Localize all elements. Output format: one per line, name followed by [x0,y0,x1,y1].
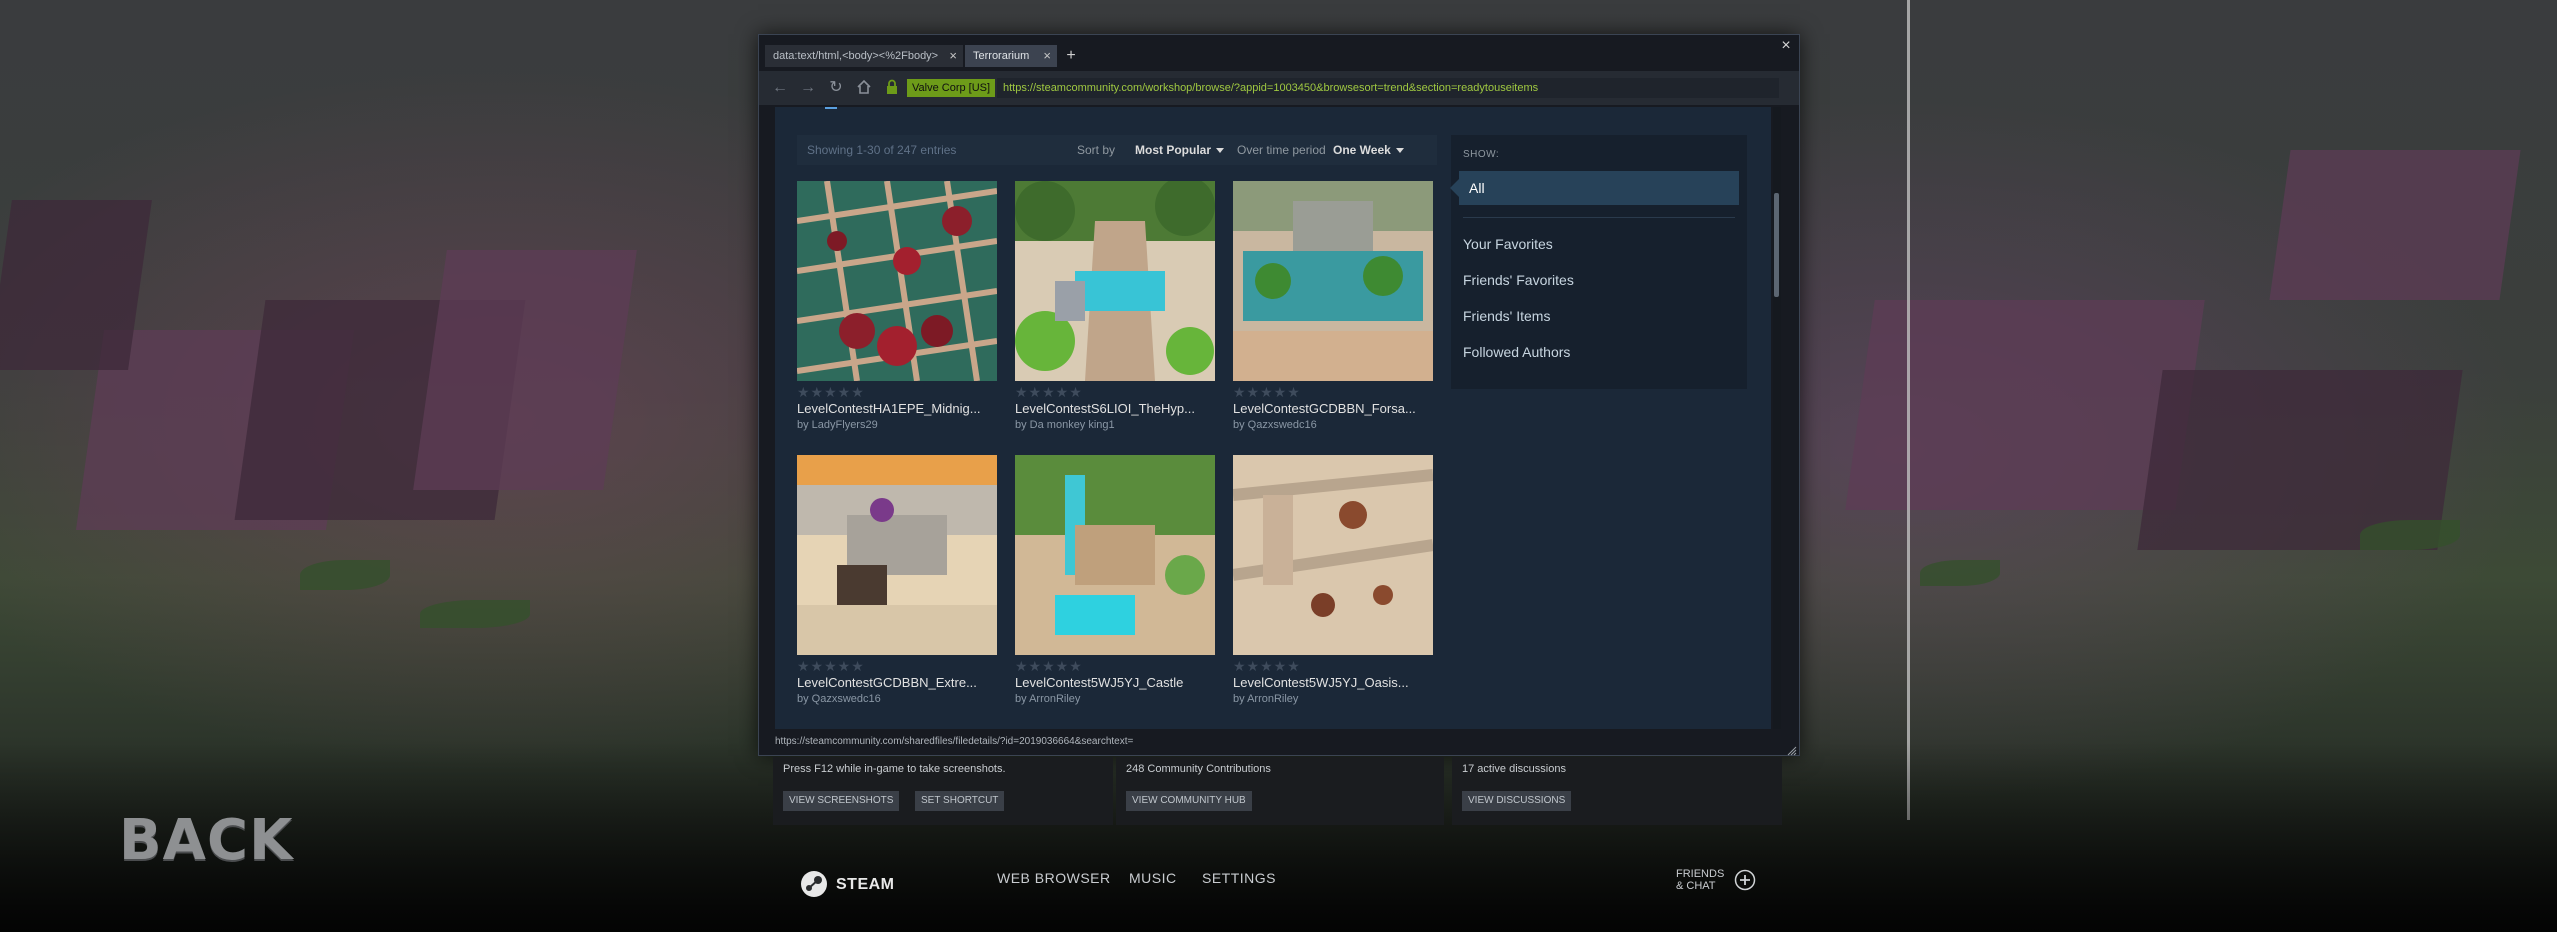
web-browser-button[interactable]: WEB BROWSER [997,870,1111,886]
rating-stars: ★★★★★ [797,658,865,674]
period-label: Over time period [1237,143,1326,157]
friends-chat-button[interactable]: FRIENDS & CHAT [1676,868,1724,892]
entries-count: Showing 1-30 of 247 entries [807,143,957,157]
navigation-bar: ← → ↻ Valve Corp [US] https://steamcommu… [759,71,1799,105]
item-thumbnail[interactable] [1015,181,1215,381]
workshop-item[interactable]: ★★★★★ LevelContestS6LIOI_TheHyp... by Da… [1015,181,1215,441]
show-option-friends-items[interactable]: Friends' Items [1463,307,1550,325]
item-title[interactable]: LevelContest5WJ5YJ_Oasis... [1233,675,1433,691]
item-thumbnail[interactable] [1015,455,1215,655]
workshop-item[interactable]: ★★★★★ LevelContest5WJ5YJ_Oasis... by Arr… [1233,455,1433,715]
sort-label: Sort by [1077,143,1116,157]
page-header-fragment [825,107,837,109]
close-icon[interactable]: × [1043,45,1051,67]
rating-stars: ★★★★★ [797,384,865,400]
rating-stars: ★★★★★ [1015,658,1083,674]
friends-add-icon[interactable] [1734,869,1756,891]
item-thumbnail[interactable] [797,455,997,655]
view-discussions-button[interactable]: VIEW DISCUSSIONS [1462,791,1572,811]
scrollbar[interactable] [1773,107,1781,729]
tab-data-url[interactable]: data:text/html,<body><%2Fbody> × [765,45,963,67]
workshop-item[interactable]: ★★★★★ LevelContestGCDBBN_Forsa... by Qaz… [1233,181,1433,441]
set-shortcut-button[interactable]: SET SHORTCUT [915,791,1005,811]
settings-button[interactable]: SETTINGS [1202,870,1276,886]
item-author[interactable]: by Qazxswedc16 [797,692,997,706]
show-header: SHOW: [1463,149,1500,160]
forward-arrow-icon[interactable]: → [799,79,817,97]
workshop-item[interactable]: ★★★★★ LevelContest5WJ5YJ_Castle by Arron… [1015,455,1215,715]
workshop-page: Showing 1-30 of 247 entries Sort by Most… [775,107,1771,729]
address-bar[interactable]: https://steamcommunity.com/workshop/brow… [997,78,1779,98]
rating-stars: ★★★★★ [1233,384,1301,400]
browse-filter-bar: Showing 1-30 of 247 entries Sort by Most… [797,135,1437,165]
screenshots-panel: Press F12 while in-game to take screensh… [773,757,1113,825]
show-option-friends-favorites[interactable]: Friends' Favorites [1463,271,1574,289]
chat-label: & CHAT [1676,880,1716,892]
scrollbar-thumb[interactable] [1774,193,1779,297]
close-icon[interactable]: × [949,45,957,67]
divider [1463,217,1735,218]
show-option-followed-authors[interactable]: Followed Authors [1463,343,1570,361]
item-thumbnail[interactable] [1233,181,1433,381]
item-thumbnail[interactable] [797,181,997,381]
item-thumbnail[interactable] [1233,455,1433,655]
tab-label: data:text/html,<body><%2Fbody> [773,50,939,62]
discussions-text: 17 active discussions [1462,763,1566,775]
status-bar-url: https://steamcommunity.com/sharedfiles/f… [775,736,1134,747]
item-author[interactable]: by ArronRiley [1015,692,1215,706]
home-icon[interactable] [855,79,873,97]
community-panel: 248 Community Contributions VIEW COMMUNI… [1116,757,1444,825]
item-author[interactable]: by ArronRiley [1233,692,1433,706]
back-arrow-icon[interactable]: ← [771,79,789,97]
close-icon[interactable]: × [1777,37,1795,55]
item-author[interactable]: by Da monkey king1 [1015,418,1215,432]
discussions-panel: 17 active discussions VIEW DISCUSSIONS [1452,757,1782,825]
new-tab-icon[interactable]: + [1061,45,1081,67]
item-title[interactable]: LevelContest5WJ5YJ_Castle [1015,675,1215,691]
show-filter-panel: SHOW: All Your Favorites Friends' Favori… [1450,135,1747,389]
resize-grip-icon[interactable] [1787,743,1797,756]
caret-down-icon [1395,148,1404,154]
caret-down-icon [1216,148,1225,154]
steam-label: STEAM [836,876,895,893]
item-title[interactable]: LevelContestGCDBBN_Extre... [797,675,997,691]
back-label[interactable]: BACK [119,808,294,873]
reload-icon[interactable]: ↻ [827,79,845,97]
workshop-item[interactable]: ★★★★★ LevelContestHA1EPE_Midnig... by La… [797,181,997,441]
tab-bar: data:text/html,<body><%2Fbody> × Terrora… [759,35,1799,69]
tab-terrorarium[interactable]: Terrorarium × [965,45,1057,67]
certificate-badge[interactable]: Valve Corp [US] [907,79,996,97]
period-value: One Week [1333,143,1391,157]
show-option-all[interactable]: All [1450,171,1739,205]
lock-icon [885,79,901,97]
rating-stars: ★★★★★ [1015,384,1083,400]
steam-logo-icon [800,870,828,898]
item-author[interactable]: by Qazxswedc16 [1233,418,1433,432]
sort-dropdown[interactable]: Most Popular [1135,135,1225,165]
item-title[interactable]: LevelContestS6LIOI_TheHyp... [1015,401,1215,417]
overlay-web-browser: data:text/html,<body><%2Fbody> × Terrora… [758,34,1800,756]
community-text: 248 Community Contributions [1126,763,1271,775]
screenshots-text: Press F12 while in-game to take screensh… [783,763,1006,775]
friends-label: FRIENDS [1676,868,1725,880]
music-button[interactable]: MUSIC [1129,870,1177,886]
item-author[interactable]: by LadyFlyers29 [797,418,997,432]
sort-value: Most Popular [1135,143,1212,157]
item-title[interactable]: LevelContestGCDBBN_Forsa... [1233,401,1433,417]
tab-label: Terrorarium [973,50,1030,62]
rating-stars: ★★★★★ [1233,658,1301,674]
item-title[interactable]: LevelContestHA1EPE_Midnig... [797,401,997,417]
workshop-item[interactable]: ★★★★★ LevelContestGCDBBN_Extre... by Qaz… [797,455,997,715]
view-screenshots-button[interactable]: VIEW SCREENSHOTS [783,791,900,811]
period-dropdown[interactable]: One Week [1333,135,1404,165]
view-community-hub-button[interactable]: VIEW COMMUNITY HUB [1126,791,1252,811]
show-option-your-favorites[interactable]: Your Favorites [1463,235,1553,253]
